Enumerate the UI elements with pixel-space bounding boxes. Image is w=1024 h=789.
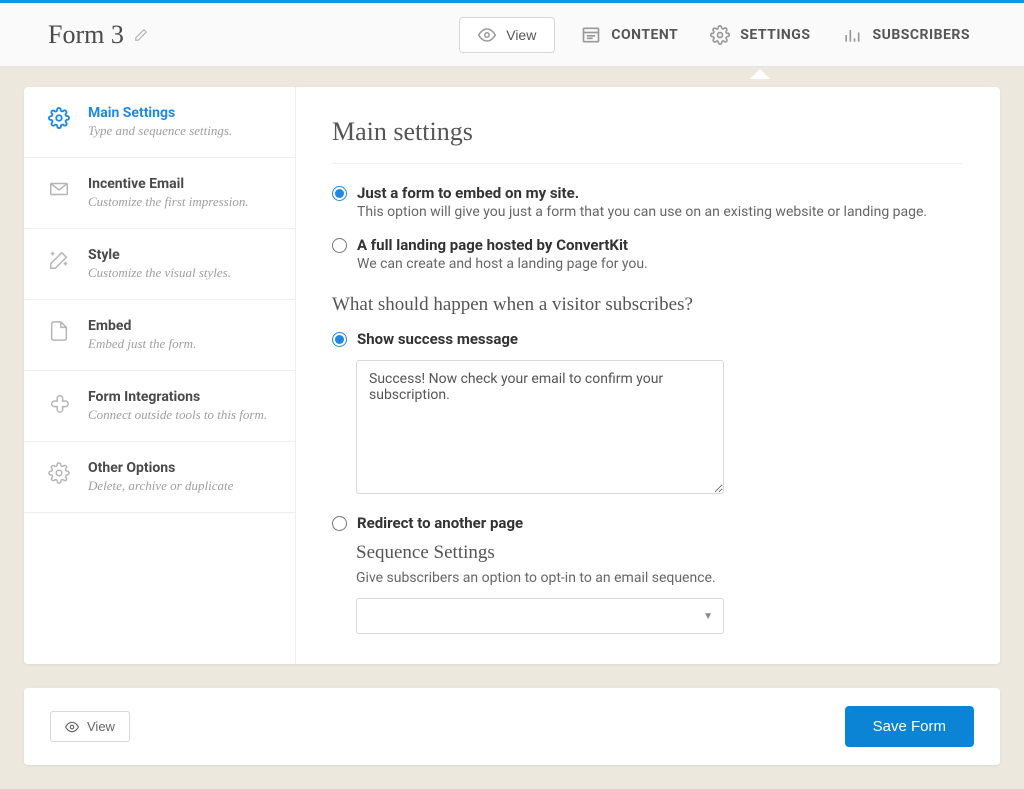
envelope-icon [46, 178, 72, 200]
sequence-heading: Sequence Settings [356, 542, 962, 564]
nav-settings-label: SETTINGS [740, 27, 810, 43]
sidebar-item-sub: Type and sequence settings. [88, 123, 232, 139]
divider [332, 163, 962, 164]
sidebar-item-other-options[interactable]: Other Options Delete, archive or duplica… [24, 442, 295, 513]
nav-subscribers-label: SUBSCRIBERS [872, 27, 970, 43]
sidebar-item-title: Incentive Email [88, 176, 249, 192]
sidebar-item-title: Form Integrations [88, 389, 267, 405]
caret-down-icon: ▼ [703, 611, 713, 622]
sidebar-item-sub: Delete, archive or duplicate [88, 478, 233, 494]
sidebar-item-sub: Customize the visual styles. [88, 265, 231, 281]
sidebar-item-title: Main Settings [88, 105, 232, 121]
radio-row-landing: A full landing page hosted by ConvertKit… [332, 236, 962, 284]
content-icon [581, 25, 601, 45]
radio-row-redirect: Redirect to another page [332, 514, 962, 532]
pencil-icon[interactable] [134, 28, 148, 42]
radio-landing-desc: We can create and host a landing page fo… [357, 256, 962, 272]
sidebar-item-main-settings[interactable]: Main Settings Type and sequence settings… [24, 87, 295, 158]
radio-redirect-label: Redirect to another page [357, 514, 962, 532]
sidebar-item-style[interactable]: Style Customize the visual styles. [24, 229, 295, 300]
subscribe-action-heading: What should happen when a visitor subscr… [332, 294, 962, 316]
success-message-textarea[interactable] [356, 360, 724, 494]
sidebar-item-sub: Customize the first impression. [88, 194, 249, 210]
nav-subscribers[interactable]: SUBSCRIBERS [836, 17, 976, 53]
sidebar: Main Settings Type and sequence settings… [24, 87, 296, 664]
radio-landing-label: A full landing page hosted by ConvertKit [357, 236, 962, 254]
main-content: Main settings Just a form to embed on my… [296, 87, 1000, 664]
sequence-select[interactable]: ▼ [356, 598, 724, 634]
sidebar-item-incentive-email[interactable]: Incentive Email Customize the first impr… [24, 158, 295, 229]
radio-row-success: Show success message [332, 330, 962, 348]
title-wrap: Form 3 [48, 20, 148, 50]
radio-landing[interactable] [332, 238, 347, 253]
footer-view-label: View [87, 719, 115, 734]
nav-content-label: CONTENT [611, 27, 678, 43]
radio-embed-desc: This option will give you just a form th… [357, 204, 962, 220]
main-panel: Main Settings Type and sequence settings… [24, 87, 1000, 664]
gear-icon [46, 462, 72, 484]
main-heading: Main settings [332, 117, 962, 147]
radio-row-embed: Just a form to embed on my site. This op… [332, 184, 962, 232]
view-button[interactable]: View [459, 17, 555, 53]
gear-icon [710, 25, 730, 45]
save-form-button[interactable]: Save Form [845, 706, 974, 747]
nav-settings[interactable]: SETTINGS [704, 17, 816, 53]
sidebar-item-sub: Embed just the form. [88, 336, 196, 352]
view-button-label: View [506, 27, 536, 43]
gear-icon [46, 107, 72, 129]
sidebar-item-title: Embed [88, 318, 196, 334]
header-nav: View CONTENT SETTINGS SUBSCRIBERS [459, 17, 976, 53]
puzzle-icon [46, 391, 72, 413]
eye-icon [65, 720, 79, 734]
sidebar-item-sub: Connect outside tools to this form. [88, 407, 267, 423]
footer: View Save Form [24, 688, 1000, 765]
page-title: Form 3 [48, 20, 124, 50]
bars-icon [842, 25, 862, 45]
sidebar-item-form-integrations[interactable]: Form Integrations Connect outside tools … [24, 371, 295, 442]
radio-redirect[interactable] [332, 516, 347, 531]
file-icon [46, 320, 72, 342]
sidebar-item-embed[interactable]: Embed Embed just the form. [24, 300, 295, 371]
footer-view-button[interactable]: View [50, 711, 130, 742]
eye-icon [478, 26, 496, 44]
header: Form 3 View CONTENT SETTINGS [0, 3, 1024, 67]
radio-embed[interactable] [332, 186, 347, 201]
radio-success[interactable] [332, 332, 347, 347]
radio-embed-label: Just a form to embed on my site. [357, 184, 962, 202]
nav-content[interactable]: CONTENT [575, 17, 684, 53]
sequence-desc: Give subscribers an option to opt-in to … [356, 570, 962, 586]
sidebar-item-title: Other Options [88, 460, 233, 476]
radio-success-label: Show success message [357, 330, 962, 348]
sidebar-item-title: Style [88, 247, 231, 263]
wand-icon [46, 249, 72, 271]
